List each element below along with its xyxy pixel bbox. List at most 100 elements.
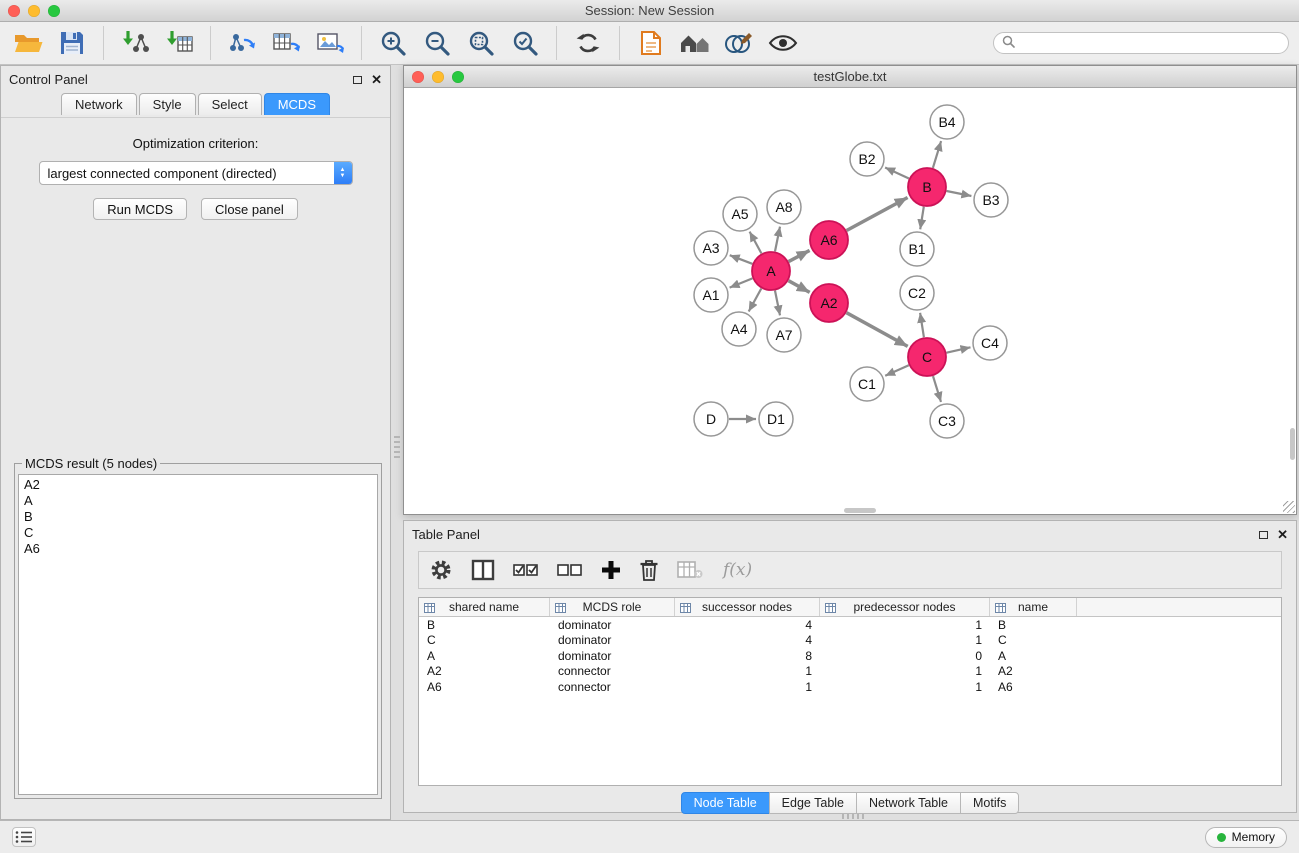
- graph-edge-A-A7[interactable]: [775, 291, 780, 316]
- vertical-scrollbar-handle[interactable]: [1290, 428, 1295, 460]
- graph-edge-B-B1[interactable]: [920, 207, 924, 230]
- column-header-shared-name[interactable]: shared name: [419, 598, 550, 616]
- graph-edge-C-C3[interactable]: [933, 376, 941, 402]
- graph-node-A3[interactable]: A3: [694, 231, 728, 265]
- graph-node-B[interactable]: B: [908, 168, 946, 206]
- report-icon[interactable]: [633, 25, 669, 61]
- export-image-icon[interactable]: [312, 25, 348, 61]
- graph-node-B1[interactable]: B1: [900, 232, 934, 266]
- home-icon[interactable]: [677, 25, 713, 61]
- task-history-button[interactable]: [12, 827, 36, 847]
- export-table-icon[interactable]: [268, 25, 304, 61]
- graph-node-B4[interactable]: B4: [930, 105, 964, 139]
- graph-edge-C-C4[interactable]: [947, 347, 971, 352]
- function-builder-icon[interactable]: f(x): [723, 560, 752, 580]
- graph-edge-A-A1[interactable]: [730, 278, 753, 287]
- graph-edge-B-B3[interactable]: [947, 191, 972, 196]
- export-network-icon[interactable]: [224, 25, 260, 61]
- run-mcds-button[interactable]: Run MCDS: [93, 198, 187, 220]
- graph-edge-C-C2[interactable]: [920, 313, 924, 337]
- criterion-dropdown[interactable]: largest connected component (directed) ▲…: [39, 161, 353, 185]
- table-row[interactable]: Cdominator41C: [419, 633, 1281, 649]
- graph-edge-B-B2[interactable]: [885, 168, 909, 179]
- import-network-icon[interactable]: [117, 25, 153, 61]
- close-network-window-button[interactable]: [412, 71, 424, 83]
- graph-node-A6[interactable]: A6: [810, 221, 848, 259]
- graph-node-C3[interactable]: C3: [930, 404, 964, 438]
- add-column-icon[interactable]: [601, 560, 621, 580]
- tab-edge-table[interactable]: Edge Table: [769, 792, 857, 814]
- graph-node-A8[interactable]: A8: [767, 190, 801, 224]
- graph-node-A2[interactable]: A2: [810, 284, 848, 322]
- graph-edge-A-A2[interactable]: [789, 281, 810, 293]
- vertical-splitter-grip[interactable]: [394, 436, 400, 458]
- graph-node-B3[interactable]: B3: [974, 183, 1008, 217]
- graph-node-A5[interactable]: A5: [723, 197, 757, 231]
- minimize-window-button[interactable]: [28, 5, 40, 17]
- graph-edge-A-A3[interactable]: [730, 255, 753, 264]
- search-input[interactable]: [1021, 36, 1280, 51]
- graph-node-A7[interactable]: A7: [767, 318, 801, 352]
- window-resize-grip[interactable]: [1283, 501, 1295, 513]
- table-row[interactable]: Adominator80A: [419, 648, 1281, 664]
- graph-node-C1[interactable]: C1: [850, 367, 884, 401]
- float-panel-icon[interactable]: [1259, 531, 1268, 539]
- apply-layout-icon[interactable]: [570, 25, 606, 61]
- float-panel-icon[interactable]: [353, 76, 362, 84]
- close-window-button[interactable]: [8, 5, 20, 17]
- column-header-MCDS-role[interactable]: MCDS role: [550, 598, 675, 616]
- save-session-icon[interactable]: [54, 25, 90, 61]
- tab-style[interactable]: Style: [139, 93, 196, 115]
- select-all-rows-icon[interactable]: [513, 562, 539, 578]
- tab-network-table[interactable]: Network Table: [856, 792, 961, 814]
- mcds-result-item[interactable]: A6: [24, 541, 372, 557]
- zoom-out-icon[interactable]: [419, 25, 455, 61]
- column-header-successor-nodes[interactable]: successor nodes: [675, 598, 820, 616]
- graph-edge-A-A5[interactable]: [750, 232, 762, 254]
- gear-icon[interactable]: [429, 558, 453, 582]
- graph-edge-A-A8[interactable]: [775, 227, 780, 252]
- tab-mcds[interactable]: MCDS: [264, 93, 330, 115]
- graph-node-A1[interactable]: A1: [694, 278, 728, 312]
- graph-node-A4[interactable]: A4: [722, 312, 756, 346]
- graph-node-A[interactable]: A: [752, 252, 790, 290]
- horizontal-splitter-grip[interactable]: [842, 814, 864, 819]
- graph-node-C4[interactable]: C4: [973, 326, 1007, 360]
- zoom-selected-icon[interactable]: [507, 25, 543, 61]
- delete-table-icon[interactable]: [677, 560, 703, 580]
- table-row[interactable]: Bdominator41B: [419, 617, 1281, 633]
- horizontal-scrollbar-handle[interactable]: [844, 508, 876, 513]
- minimize-network-window-button[interactable]: [432, 71, 444, 83]
- mcds-result-list[interactable]: A2ABCA6: [18, 474, 378, 795]
- zoom-in-icon[interactable]: [375, 25, 411, 61]
- network-canvas[interactable]: B4 B2 B B3 A5 A8 A6 B1 A3 A A1 C2 A2 A4 A7 C4 C C1 C3 D D1: [404, 88, 1296, 514]
- table-row[interactable]: A6connector11A6: [419, 679, 1281, 695]
- tab-network[interactable]: Network: [61, 93, 137, 115]
- graph-edge-A2-C[interactable]: [847, 313, 908, 347]
- eye-icon[interactable]: [765, 25, 801, 61]
- graph-edge-C-C1[interactable]: [885, 365, 909, 376]
- mcds-result-item[interactable]: C: [24, 525, 372, 541]
- import-table-icon[interactable]: [161, 25, 197, 61]
- graph-node-B2[interactable]: B2: [850, 142, 884, 176]
- graph-node-C2[interactable]: C2: [900, 276, 934, 310]
- delete-column-icon[interactable]: [639, 558, 659, 582]
- mcds-result-item[interactable]: B: [24, 509, 372, 525]
- column-header-name[interactable]: name: [990, 598, 1077, 616]
- graph-node-D[interactable]: D: [694, 402, 728, 436]
- mcds-result-item[interactable]: A2: [24, 477, 372, 493]
- graph-edge-A6-B[interactable]: [847, 198, 908, 231]
- graph-node-C[interactable]: C: [908, 338, 946, 376]
- close-panel-icon[interactable]: ✕: [1277, 530, 1288, 540]
- table-body[interactable]: Bdominator41BCdominator41CAdominator80A A…: [419, 617, 1281, 785]
- close-panel-icon[interactable]: ✕: [371, 75, 382, 85]
- open-file-icon[interactable]: [10, 25, 46, 61]
- tab-motifs[interactable]: Motifs: [960, 792, 1019, 814]
- graph-edge-B-B4[interactable]: [933, 141, 941, 168]
- graph-edge-A-A6[interactable]: [789, 250, 810, 261]
- zoom-fit-icon[interactable]: [463, 25, 499, 61]
- graph-node-D1[interactable]: D1: [759, 402, 793, 436]
- select-columns-icon[interactable]: [471, 559, 495, 581]
- memory-button[interactable]: Memory: [1205, 827, 1287, 848]
- zoom-window-button[interactable]: [48, 5, 60, 17]
